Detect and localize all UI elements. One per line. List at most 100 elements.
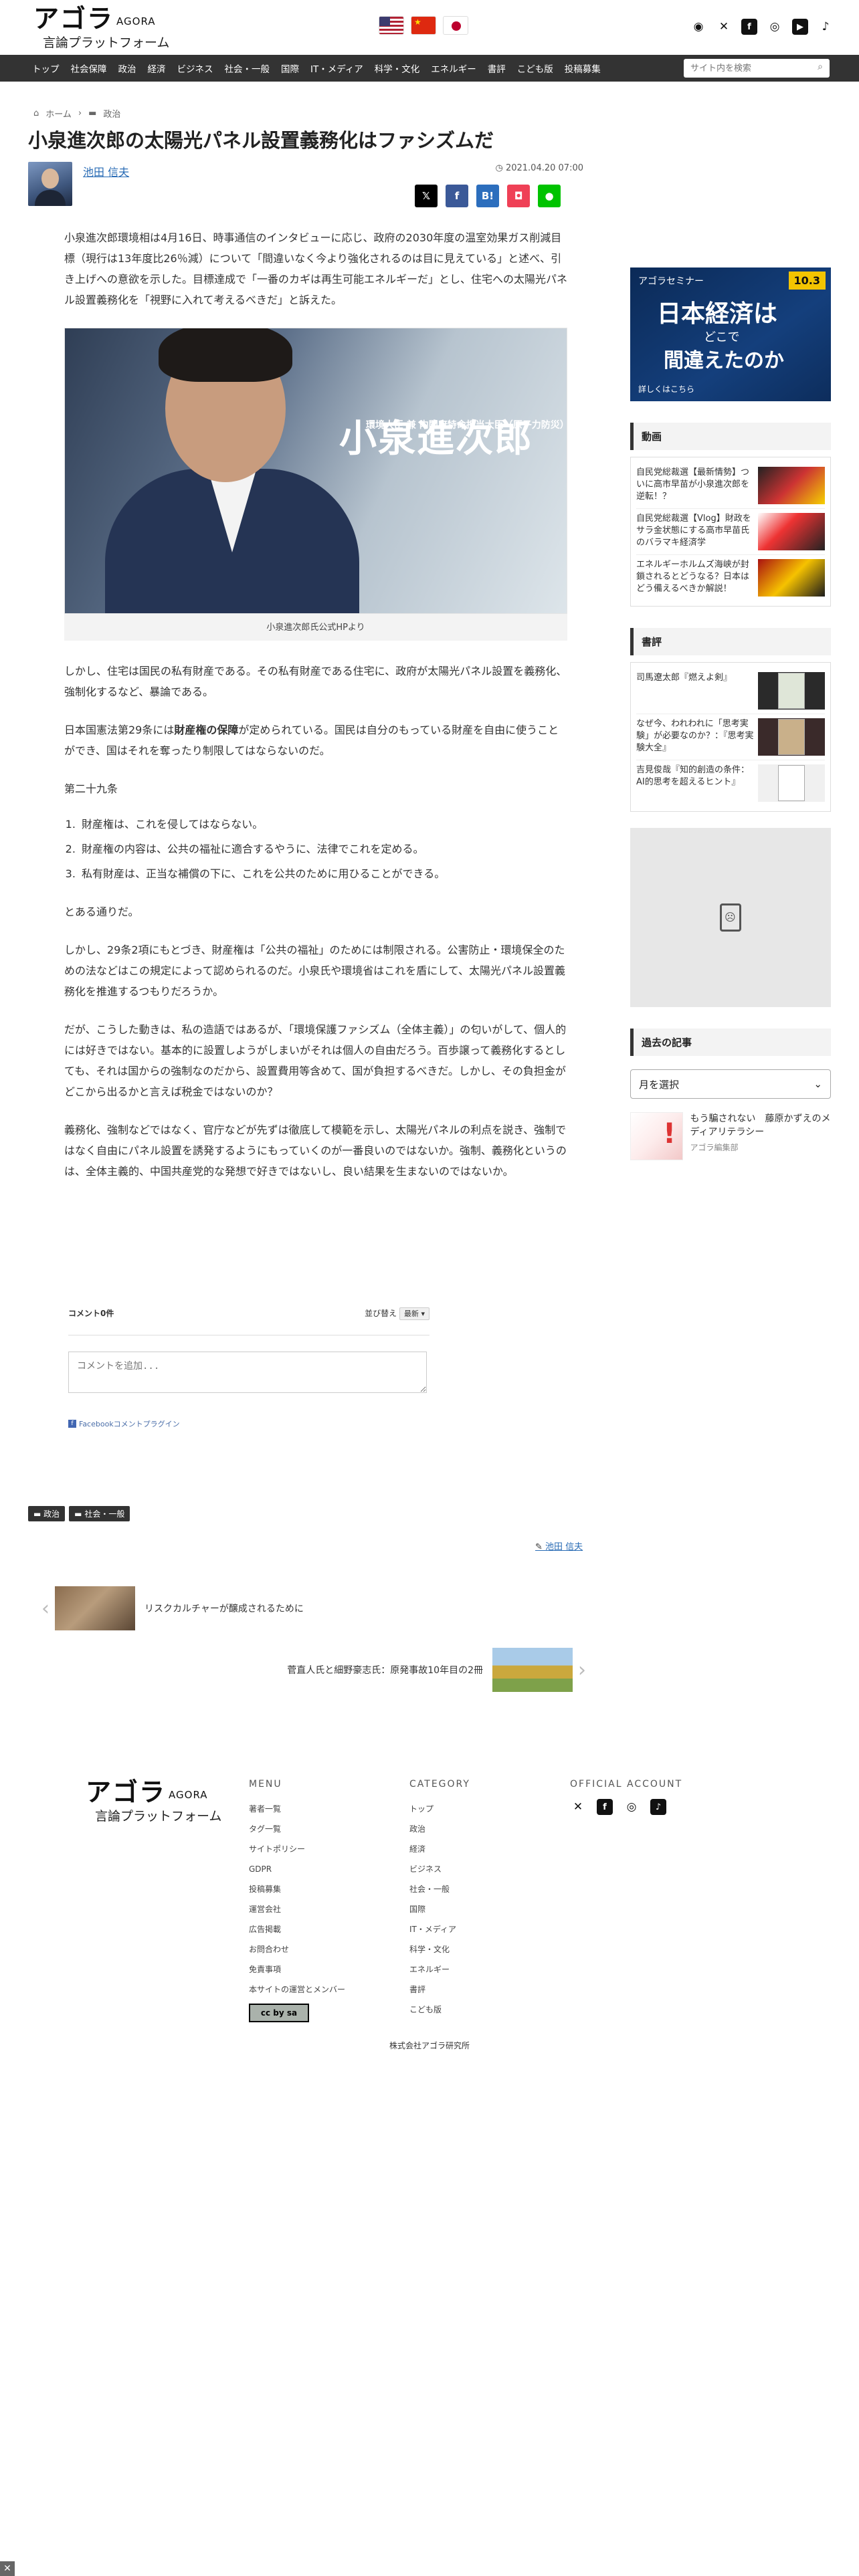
nav-item-economy[interactable]: 経済 [148, 62, 166, 75]
footer-social-links: ✕ f ◎ ♪ [570, 1799, 682, 1815]
close-icon[interactable]: ✕ [0, 2561, 15, 2576]
footer-category-link[interactable]: 科学・文化 [409, 1939, 470, 1959]
seminar-banner[interactable]: アゴラセミナー 10.3 日本経済は どこで 間違えたのか 詳しくはこちら [630, 267, 831, 401]
nav-item-energy[interactable]: エネルギー [431, 62, 476, 75]
law-list: 財産権は、これを侵してはならない。 財産権の内容は、公共の福祉に適合するやうに、… [79, 814, 567, 884]
share-hatena-button[interactable]: B! [476, 185, 499, 207]
author-link[interactable]: 池田 信夫 [83, 163, 129, 179]
share-line-button[interactable]: ● [538, 185, 561, 207]
month-select[interactable]: 月を選択 ⌄ [630, 1069, 831, 1099]
sort-label: 並び替え [365, 1309, 397, 1318]
tag-society[interactable]: ▬ 社会・一般 [69, 1506, 130, 1521]
share-buttons: 𝕏 f B! ◘ ● [415, 185, 561, 207]
book-title: 司馬遼太郎『燃えよ剣』 [636, 673, 733, 683]
past-article-item[interactable]: もう騙されない 藤原かずえのメディアリテラシー アゴラ編集部 [630, 1112, 831, 1160]
video-item[interactable]: 自民党総裁選【Vlog】財政をサラ金状態にする高市早苗氏のバラマキ経済学 [636, 509, 825, 555]
cn-flag-icon[interactable] [411, 16, 436, 35]
tag-politics[interactable]: ▬ 政治 [28, 1506, 66, 1521]
facebook-plugin-link[interactable]: f Facebookコメントプラグイン [68, 1418, 430, 1429]
creative-commons-badge[interactable]: cc by sa [249, 2004, 309, 2022]
footer-category-link[interactable]: 書評 [409, 1979, 470, 2000]
sort-button[interactable]: 最新 ▾ [399, 1307, 430, 1320]
footer-link[interactable]: お問合わせ [249, 1939, 345, 1959]
footer-logo[interactable]: アゴラ AGORA 言論プラットフォーム [86, 1779, 226, 1824]
footer-category-link[interactable]: こども版 [409, 2000, 470, 2020]
article-paragraph: だが、こうした動きは、私の造語ではあるが、「環境保護ファシズム（全体主義）」の匂… [64, 1023, 567, 1098]
breadcrumb-home[interactable]: ホーム [45, 107, 72, 120]
footer-category-link[interactable]: トップ [409, 1799, 470, 1819]
book-item[interactable]: 司馬遼太郎『燃えよ剣』 [636, 668, 825, 714]
x-icon[interactable]: ✕ [570, 1799, 586, 1815]
book-section-heading: 書評 [630, 628, 831, 655]
footer-category-link[interactable]: 社会・一般 [409, 1879, 470, 1899]
footer-link[interactable]: 本サイトの運営とメンバー [249, 1979, 345, 2000]
nav-item-top[interactable]: トップ [32, 62, 60, 75]
sidebar: アゴラセミナー 10.3 日本経済は どこで 間違えたのか 詳しくはこちら 動画… [630, 267, 831, 1160]
nav-item-social-security[interactable]: 社会保障 [71, 62, 107, 75]
footer-link[interactable]: GDPR [249, 1859, 345, 1879]
instagram-icon[interactable]: ◎ [624, 1799, 640, 1815]
nav-item-business[interactable]: ビジネス [177, 62, 213, 75]
footer-menu: MENU 著者一覧 タグ一覧 サイトポリシー GDPR 投稿募集 運営会社 広告… [249, 1779, 345, 2022]
search-input[interactable] [684, 59, 830, 78]
logo-text: アゴラ [33, 4, 114, 33]
book-item[interactable]: 吉見俊哉『知的創造の条件：AI的思考を超えるヒント』 [636, 760, 825, 806]
share-pocket-button[interactable]: ◘ [507, 185, 530, 207]
instagram-icon[interactable]: ◎ [767, 19, 783, 35]
site-footer: アゴラ AGORA 言論プラットフォーム MENU 著者一覧 タグ一覧 サイトポリ… [0, 1752, 859, 2086]
footer-link[interactable]: サイトポリシー [249, 1839, 345, 1859]
footer-category-link[interactable]: IT・メディア [409, 1919, 470, 1939]
nav-item-politics[interactable]: 政治 [118, 62, 136, 75]
footer-link[interactable]: タグ一覧 [249, 1819, 345, 1839]
search-icon[interactable]: ⌕ [818, 62, 823, 72]
video-item[interactable]: 自民党総裁選【最新情勢】ついに高市早苗が小泉進次郎を逆転！？ [636, 463, 825, 509]
video-item[interactable]: エネルギーホルムズ海峡が封鎖されるとどうなる？日本はどう備えるべきか解説！ [636, 555, 825, 601]
breadcrumb-category[interactable]: 政治 [103, 107, 120, 120]
share-x-button[interactable]: 𝕏 [415, 185, 438, 207]
footer-link[interactable]: 運営会社 [249, 1899, 345, 1919]
next-post-link[interactable]: 菅直人氏と細野豪志氏：原発事故10年目の2冊 › [36, 1646, 591, 1693]
footer-official-heading: OFFICIAL ACCOUNT [570, 1779, 683, 1790]
prev-post-link[interactable]: ‹ リスクカルチャーが醸成されるために [36, 1585, 571, 1632]
footer-category-link[interactable]: 経済 [409, 1839, 470, 1859]
footer-category-link[interactable]: ビジネス [409, 1859, 470, 1879]
nav-item-kids[interactable]: こども版 [517, 62, 553, 75]
footer-link[interactable]: 広告掲載 [249, 1919, 345, 1939]
nav-item-submissions[interactable]: 投稿募集 [565, 62, 601, 75]
share-facebook-button[interactable]: f [446, 185, 468, 207]
nav-item-society[interactable]: 社会・一般 [225, 62, 270, 75]
seminar-label: アゴラセミナー [638, 276, 704, 287]
nav-item-it-media[interactable]: IT・メディア [310, 62, 363, 75]
jp-flag-icon[interactable] [443, 16, 468, 35]
avatar[interactable] [28, 162, 72, 206]
nav-item-science[interactable]: 科学・文化 [375, 62, 420, 75]
facebook-icon[interactable]: f [741, 19, 757, 35]
comment-input[interactable] [68, 1352, 427, 1393]
footer-category-link[interactable]: 政治 [409, 1819, 470, 1839]
footer-link[interactable]: 免責事項 [249, 1959, 345, 1979]
footer-category-link[interactable]: 国際 [409, 1899, 470, 1919]
byline-author-link[interactable]: 池田 信夫 [545, 1542, 583, 1552]
tiktok-icon[interactable]: ♪ [818, 19, 834, 35]
us-flag-icon[interactable] [379, 16, 404, 35]
site-logo[interactable]: アゴラ AGORA 言論プラットフォーム [33, 5, 174, 51]
plugin-label: Facebookコメントプラグイン [79, 1420, 180, 1428]
facebook-icon[interactable]: f [597, 1799, 613, 1815]
tiktok-icon[interactable]: ♪ [650, 1799, 666, 1815]
logo-subtitle: 言論プラットフォーム [43, 35, 170, 50]
rss-icon[interactable]: ◉ [690, 19, 706, 35]
folder-icon: ▬ [88, 108, 97, 118]
x-icon[interactable]: ✕ [716, 19, 732, 35]
footer-menu-heading: MENU [249, 1779, 282, 1790]
article-paragraph: しかし、住宅は国民の私有財産である。その私有財産である住宅に、政府が太陽光パネル… [64, 665, 567, 698]
nav-item-books[interactable]: 書評 [488, 62, 506, 75]
nav-item-international[interactable]: 国際 [281, 62, 299, 75]
past-article-title: もう騙されない 藤原かずえのメディアリテラシー [690, 1113, 831, 1138]
youtube-icon[interactable]: ▶ [792, 19, 808, 35]
book-item[interactable]: なぜ今、われわれに「思考実験」が必要なのか？：『思考実験大全』 [636, 714, 825, 760]
prev-post-thumbnail [55, 1586, 135, 1630]
footer-category-link[interactable]: エネルギー [409, 1959, 470, 1979]
logo-en: AGORA [169, 1789, 208, 1801]
footer-link[interactable]: 著者一覧 [249, 1799, 345, 1819]
footer-link[interactable]: 投稿募集 [249, 1879, 345, 1899]
